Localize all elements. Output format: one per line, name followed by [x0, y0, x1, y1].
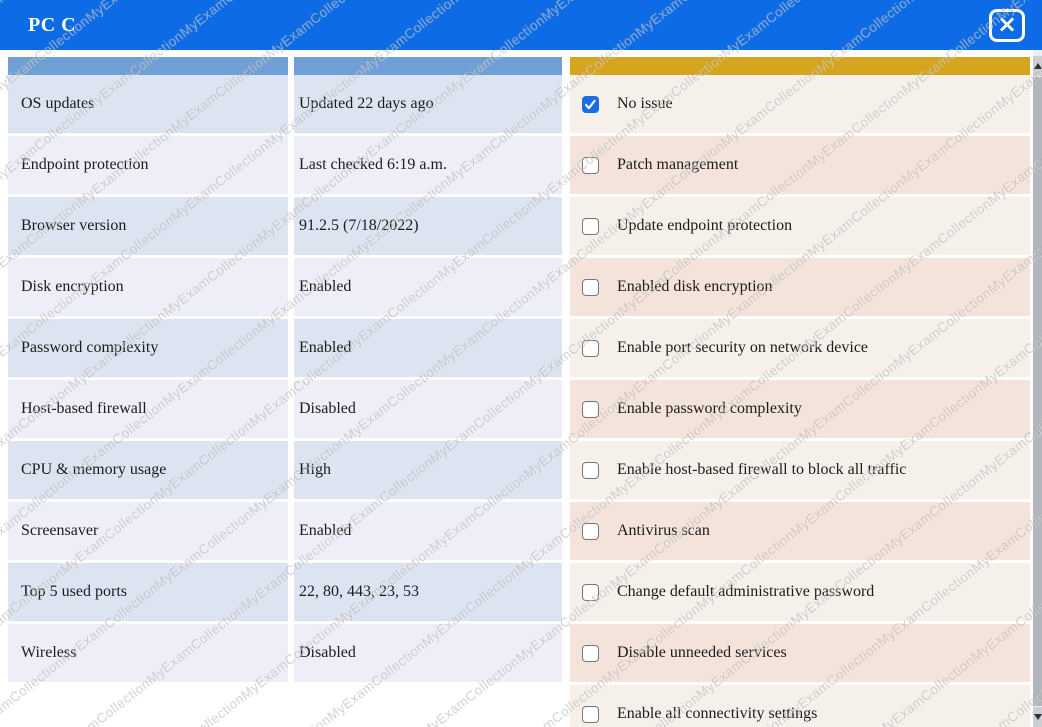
system-table-body: OS updatesUpdated 22 days agoEndpoint pr…	[8, 75, 562, 685]
row-value: 91.2.5 (7/18/2022)	[294, 197, 562, 255]
checklist-item: Change default administrative password	[570, 563, 1030, 621]
table-row: CPU & memory usageHigh	[8, 441, 562, 499]
row-label: Disk encryption	[8, 258, 288, 316]
system-table-header	[8, 57, 562, 75]
checklist-item: Disable unneeded services	[570, 624, 1030, 682]
unchecked-checkbox[interactable]	[582, 157, 599, 174]
row-value: Enabled	[294, 258, 562, 316]
system-table-header-label-col	[8, 57, 288, 75]
checklist-item-label: Change default administrative password	[617, 583, 874, 601]
table-row: Password complexityEnabled	[8, 319, 562, 377]
checked-checkbox[interactable]	[582, 96, 599, 113]
unchecked-checkbox[interactable]	[582, 523, 599, 540]
checkmark-icon	[584, 98, 597, 111]
scrollbar-thumb[interactable]	[1033, 77, 1042, 706]
table-row: WirelessDisabled	[8, 624, 562, 682]
dialog-title: PC C	[28, 0, 76, 50]
table-row: OS updatesUpdated 22 days ago	[8, 75, 562, 133]
row-label: Host-based firewall	[8, 380, 288, 438]
close-icon: ×	[997, 12, 1017, 36]
scrollbar-up-button[interactable]	[1033, 56, 1042, 76]
close-button[interactable]: ×	[989, 9, 1025, 42]
row-label: OS updates	[8, 75, 288, 133]
row-value: High	[294, 441, 562, 499]
row-label: Endpoint protection	[8, 136, 288, 194]
table-row: ScreensaverEnabled	[8, 502, 562, 560]
table-row: Disk encryptionEnabled	[8, 258, 562, 316]
vertical-scrollbar[interactable]	[1033, 50, 1042, 727]
checklist-header	[570, 57, 1030, 75]
row-label: Top 5 used ports	[8, 563, 288, 621]
checklist-item: Enable password complexity	[570, 380, 1030, 438]
row-label: Screensaver	[8, 502, 288, 560]
row-value: Enabled	[294, 502, 562, 560]
checklist-item: Antivirus scan	[570, 502, 1030, 560]
checklist-item: Patch management	[570, 136, 1030, 194]
up-arrow-icon	[1034, 63, 1042, 69]
row-label: Password complexity	[8, 319, 288, 377]
checklist-item-label: Enable all connectivity settings	[617, 705, 817, 723]
checklist-item: Enable host-based firewall to block all …	[570, 441, 1030, 499]
unchecked-checkbox[interactable]	[582, 462, 599, 479]
pc-c-dialog: PC C × OS updatesUpdated 22 days agoEndp…	[0, 0, 1042, 727]
table-row: Host-based firewallDisabled	[8, 380, 562, 438]
unchecked-checkbox[interactable]	[582, 401, 599, 418]
table-row: Endpoint protectionLast checked 6:19 a.m…	[8, 136, 562, 194]
row-label: Browser version	[8, 197, 288, 255]
checklist-item: Enable all connectivity settings	[570, 685, 1030, 727]
row-value: Last checked 6:19 a.m.	[294, 136, 562, 194]
scrollbar-down-button[interactable]	[1033, 707, 1042, 727]
checklist-item: Update endpoint protection	[570, 197, 1030, 255]
table-row: Top 5 used ports22, 80, 443, 23, 53	[8, 563, 562, 621]
row-value: Updated 22 days ago	[294, 75, 562, 133]
row-value: 22, 80, 443, 23, 53	[294, 563, 562, 621]
unchecked-checkbox[interactable]	[582, 279, 599, 296]
row-value: Disabled	[294, 380, 562, 438]
system-table-header-value-col	[294, 57, 562, 75]
checklist-item-label: Enable host-based firewall to block all …	[617, 461, 906, 479]
row-label: CPU & memory usage	[8, 441, 288, 499]
checklist-item: Enable port security on network device	[570, 319, 1030, 377]
checklist-item: No issue	[570, 75, 1030, 133]
checklist-item-label: Antivirus scan	[617, 522, 710, 540]
checklist-item-label: Enable password complexity	[617, 400, 802, 418]
checklist-item-label: Patch management	[617, 156, 738, 174]
row-label: Wireless	[8, 624, 288, 682]
unchecked-checkbox[interactable]	[582, 645, 599, 662]
dialog-titlebar: PC C ×	[0, 0, 1042, 50]
unchecked-checkbox[interactable]	[582, 218, 599, 235]
unchecked-checkbox[interactable]	[582, 706, 599, 723]
checklist-item-label: No issue	[617, 95, 673, 113]
checklist-item-label: Disable unneeded services	[617, 644, 787, 662]
checklist-item-label: Update endpoint protection	[617, 217, 792, 235]
down-arrow-icon	[1034, 714, 1042, 720]
checklist-item-label: Enable port security on network device	[617, 339, 868, 357]
checklist-item-label: Enabled disk encryption	[617, 278, 773, 296]
checklist-item: Enabled disk encryption	[570, 258, 1030, 316]
checklist-body: No issue Patch management Update endpoint …	[570, 75, 1030, 727]
row-value: Enabled	[294, 319, 562, 377]
table-row: Browser version91.2.5 (7/18/2022)	[8, 197, 562, 255]
unchecked-checkbox[interactable]	[582, 340, 599, 357]
unchecked-checkbox[interactable]	[582, 584, 599, 601]
row-value: Disabled	[294, 624, 562, 682]
